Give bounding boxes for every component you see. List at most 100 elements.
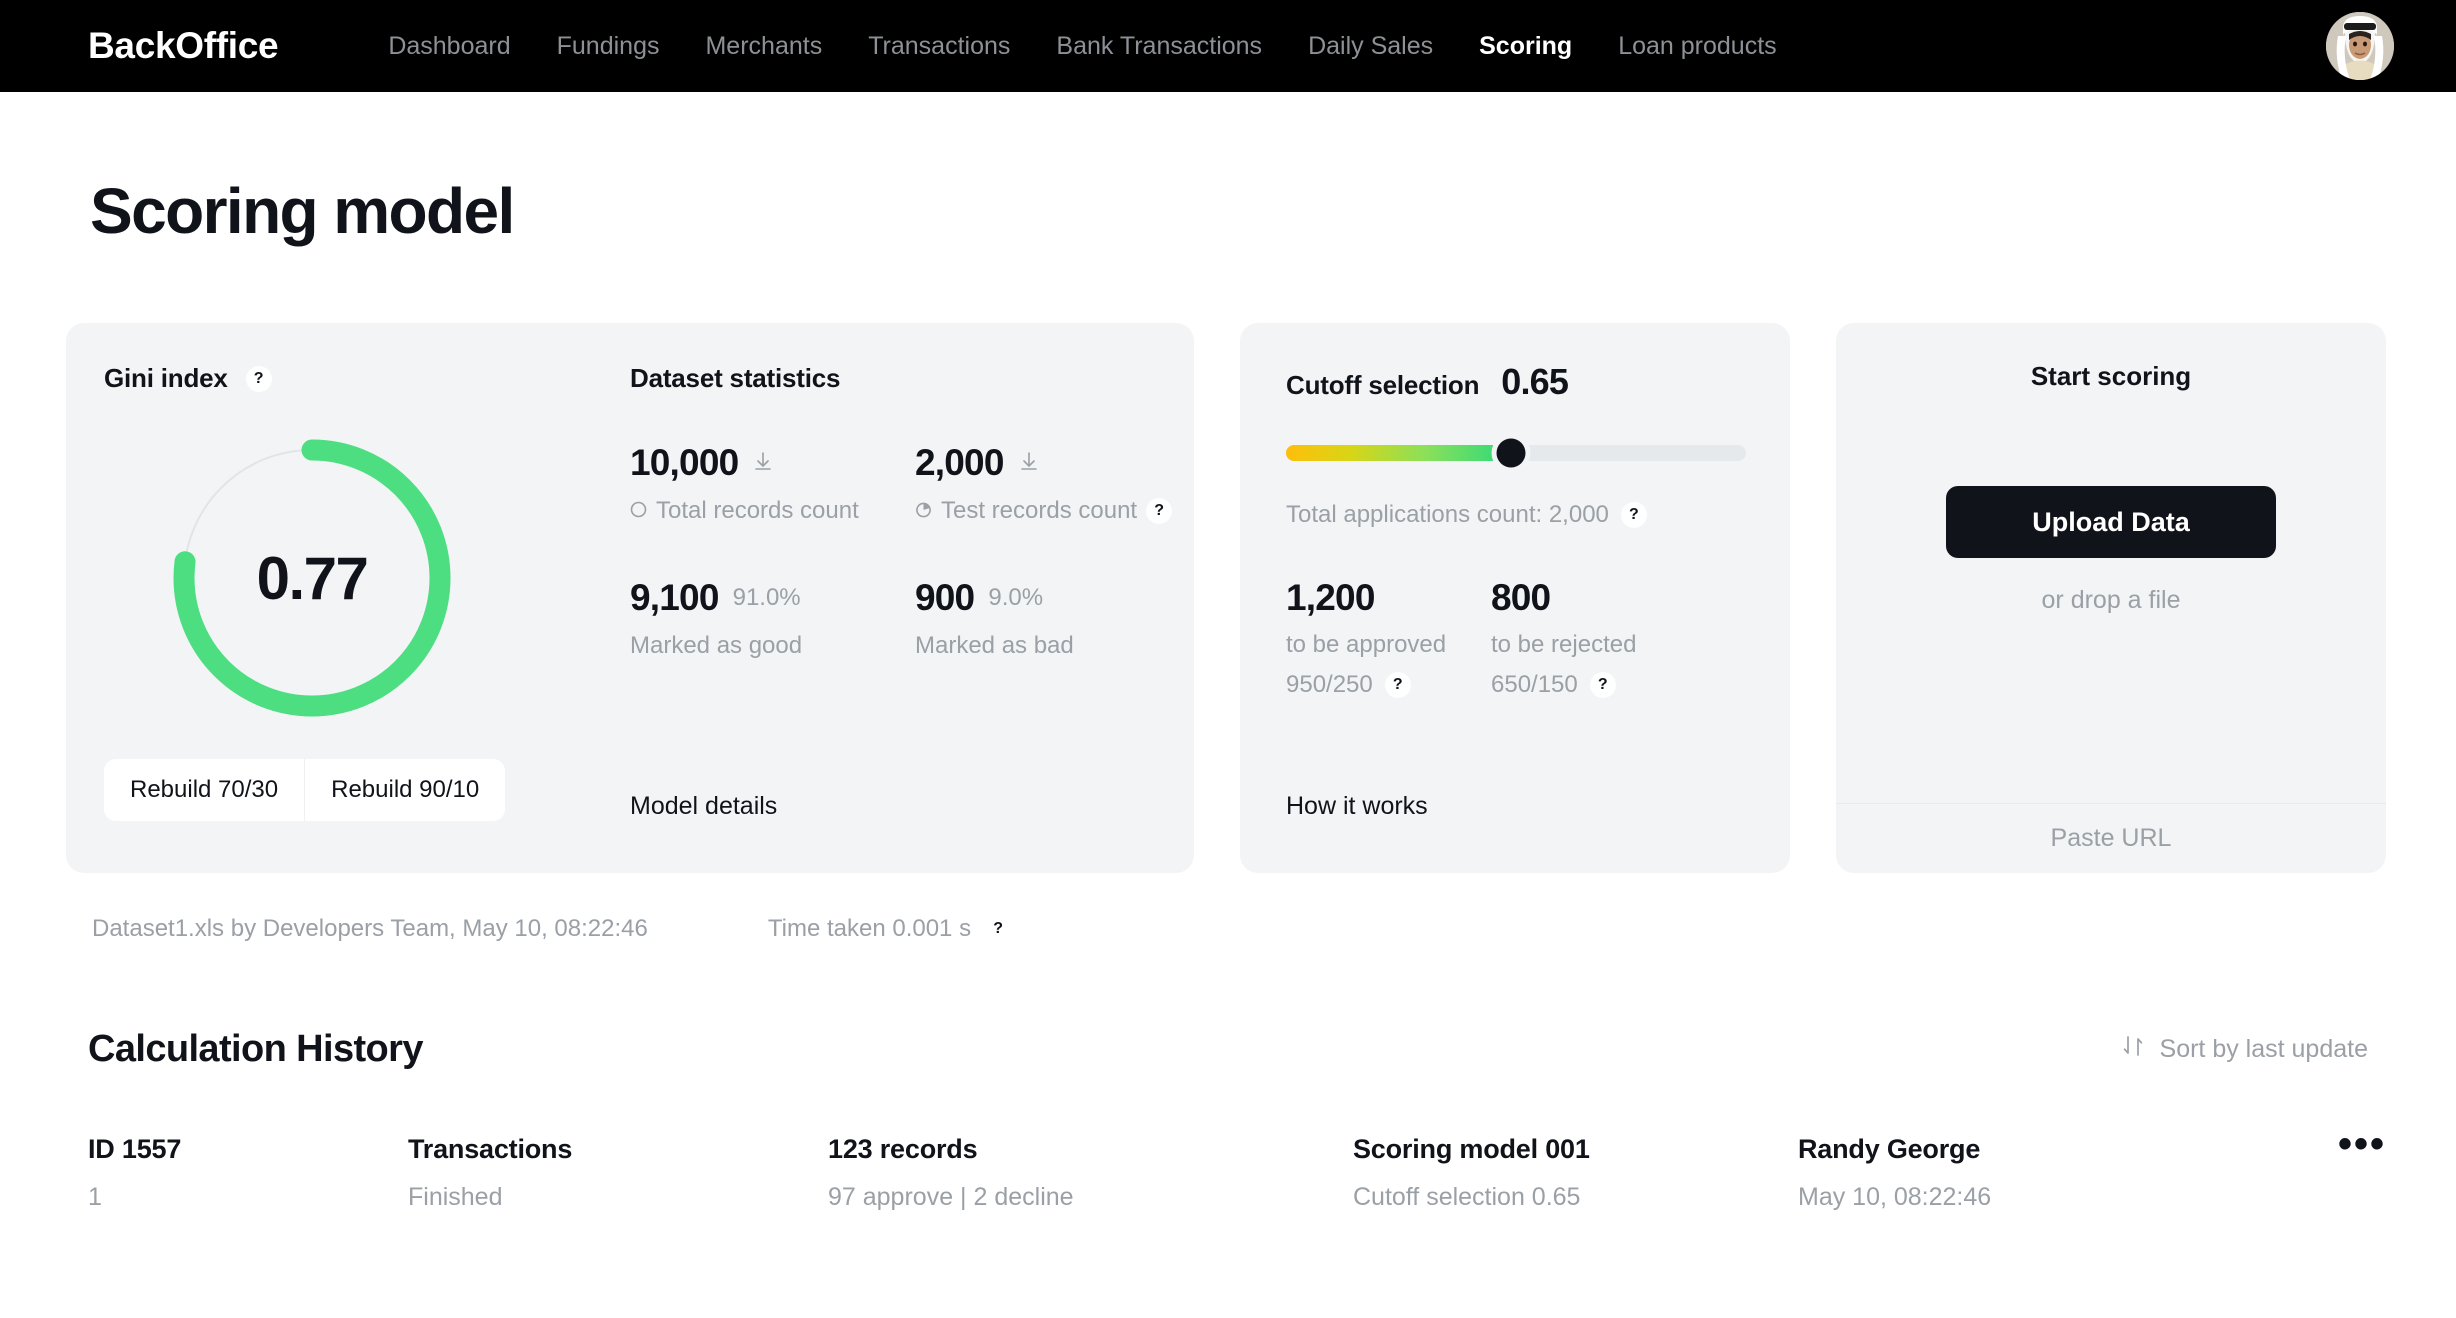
- calculation-history-title: Calculation History: [88, 1028, 423, 1070]
- cutoff-selection-title: Cutoff selection: [1286, 370, 1480, 400]
- to-be-approved-ratio-row: 950/250 ?: [1286, 671, 1491, 699]
- total-applications-text: Total applications count: 2,000: [1286, 501, 1609, 528]
- model-summary-card: Gini index ? 0.77 Rebuild 70/30 Rebuild …: [66, 323, 1194, 873]
- rebuild-70-30-button[interactable]: Rebuild 70/30: [104, 759, 305, 821]
- to-be-rejected-value: 800: [1491, 577, 1551, 618]
- to-be-approved-stat: 1,200 to be approved 950/250 ?: [1286, 577, 1491, 699]
- cutoff-slider[interactable]: [1286, 438, 1746, 468]
- dataset-info-text: Dataset1.xls by Developers Team, May 10,…: [92, 915, 648, 942]
- history-id-sub: 1: [88, 1183, 102, 1211]
- history-cell-user: Randy George May 10, 08:22:46: [1798, 1134, 2338, 1212]
- total-records-label-row: Total records count: [630, 497, 915, 525]
- nav-item-daily-sales[interactable]: Daily Sales: [1308, 32, 1433, 61]
- to-be-rejected-ratio-row: 650/150 ?: [1491, 671, 1750, 699]
- history-cell-records: 123 records 97 approve | 2 decline: [828, 1134, 1353, 1212]
- test-records-stat: 2,000 Test records count ?: [915, 442, 1194, 525]
- nav-item-dashboard[interactable]: Dashboard: [388, 32, 510, 61]
- test-records-value-row: 2,000: [915, 442, 1194, 484]
- dataset-statistics-grid: 10,000 Total records count 2,000 Test re…: [630, 442, 1194, 660]
- to-be-rejected-ratio: 650/150: [1491, 671, 1578, 698]
- circle-icon: [630, 497, 647, 525]
- time-taken-help-icon[interactable]: ?: [985, 916, 1012, 942]
- test-records-help-icon[interactable]: ?: [1146, 498, 1173, 524]
- gini-help-icon[interactable]: ?: [245, 365, 272, 392]
- download-icon[interactable]: [752, 450, 774, 477]
- history-cell-id: ID 1557 1: [88, 1134, 408, 1212]
- marked-bad-percent: 9.0%: [988, 584, 1044, 611]
- test-records-value: 2,000: [915, 442, 1004, 483]
- marked-bad-stat: 900 9.0% Marked as bad: [915, 577, 1194, 660]
- time-taken-text: Time taken 0.001 s: [767, 915, 972, 942]
- to-be-approved-help-icon[interactable]: ?: [1384, 672, 1411, 698]
- nav-item-scoring[interactable]: Scoring: [1479, 32, 1572, 61]
- sort-by-last-update-button[interactable]: Sort by last update: [2120, 1033, 2368, 1066]
- paste-url-button[interactable]: Paste URL: [1836, 803, 2386, 873]
- how-it-works-link[interactable]: How it works: [1286, 792, 1428, 821]
- cutoff-panel: Cutoff selection 0.65 Total applications…: [1240, 323, 1790, 873]
- nav-item-loan-products[interactable]: Loan products: [1618, 32, 1776, 61]
- to-be-approved-label: to be approved: [1286, 631, 1447, 658]
- total-records-label: Total records count: [656, 497, 859, 524]
- marked-bad-value: 900: [915, 577, 975, 618]
- rebuild-segmented-control: Rebuild 70/30 Rebuild 90/10: [104, 759, 506, 821]
- history-cell-model: Scoring model 001 Cutoff selection 0.65: [1353, 1134, 1798, 1212]
- nav-item-bank-transactions[interactable]: Bank Transactions: [1056, 32, 1262, 61]
- history-records-sub: 97 approve | 2 decline: [828, 1183, 1074, 1211]
- sort-by-last-update-label: Sort by last update: [2159, 1035, 2368, 1063]
- marked-good-value-row: 9,100 91.0%: [630, 577, 915, 619]
- to-be-rejected-stat: 800 to be rejected 650/150 ?: [1491, 577, 1750, 699]
- total-records-stat: 10,000 Total records count: [630, 442, 915, 525]
- start-scoring-card[interactable]: Start scoring Upload Data or drop a file…: [1836, 323, 2386, 873]
- nav-item-transactions[interactable]: Transactions: [868, 32, 1010, 61]
- total-applications-help-icon[interactable]: ?: [1620, 502, 1647, 528]
- marked-good-stat: 9,100 91.0% Marked as good: [630, 577, 915, 660]
- drop-file-hint: or drop a file: [2041, 586, 2181, 614]
- start-scoring-title: Start scoring: [2030, 361, 2192, 391]
- main-nav: Dashboard Fundings Merchants Transaction…: [388, 32, 1776, 61]
- marked-good-label: Marked as good: [630, 632, 803, 659]
- summary-cards-row: Gini index ? 0.77 Rebuild 70/30 Rebuild …: [66, 323, 2390, 873]
- page-content: Scoring model Gini index ? 0.77 Rebuild: [0, 174, 2456, 1212]
- cutoff-slider-thumb[interactable]: [1496, 438, 1526, 468]
- marked-good-percent: 91.0%: [732, 584, 801, 611]
- gini-header: Gini index ?: [104, 363, 586, 394]
- kebab-menu-icon[interactable]: •••: [2338, 1124, 2408, 1164]
- total-applications-row: Total applications count: 2,000 ?: [1286, 501, 1750, 529]
- upload-data-button[interactable]: Upload Data: [1946, 486, 2276, 558]
- dataset-statistics-title: Dataset statistics: [630, 363, 841, 393]
- cutoff-slider-fill: [1286, 445, 1512, 461]
- rebuild-90-10-button[interactable]: Rebuild 90/10: [304, 759, 506, 821]
- time-taken-group: Time taken 0.001 s ?: [767, 915, 1012, 943]
- to-be-rejected-help-icon[interactable]: ?: [1589, 672, 1616, 698]
- start-scoring-panel: Start scoring Upload Data or drop a file…: [1836, 323, 2386, 873]
- sort-arrows-icon: [2120, 1033, 2146, 1066]
- history-user-sub: May 10, 08:22:46: [1798, 1183, 1992, 1211]
- history-type-sub: Finished: [408, 1183, 503, 1211]
- model-details-link[interactable]: Model details: [630, 792, 777, 821]
- cutoff-results-grid: 1,200 to be approved 950/250 ? 800 to be…: [1286, 577, 1750, 699]
- pie-chart-icon: [915, 497, 932, 525]
- calculation-history-header: Calculation History Sort by last update: [88, 1028, 2368, 1071]
- to-be-rejected-label: to be rejected: [1491, 631, 1637, 658]
- nav-item-merchants[interactable]: Merchants: [705, 32, 822, 61]
- download-icon[interactable]: [1018, 450, 1040, 477]
- gini-index-value: 0.77: [256, 544, 369, 612]
- nav-item-fundings[interactable]: Fundings: [557, 32, 660, 61]
- table-row[interactable]: ID 1557 1 Transactions Finished 123 reco…: [88, 1124, 2384, 1212]
- history-records-main: 123 records: [828, 1134, 978, 1164]
- marked-bad-value-row: 900 9.0%: [915, 577, 1194, 619]
- brand-logo[interactable]: BackOffice: [88, 25, 279, 67]
- to-be-approved-value: 1,200: [1286, 577, 1375, 618]
- test-records-label: Test records count: [941, 497, 1138, 524]
- top-navigation-bar: BackOffice Dashboard Fundings Merchants …: [0, 0, 2456, 92]
- marked-bad-label: Marked as bad: [915, 632, 1074, 659]
- history-model-sub: Cutoff selection 0.65: [1353, 1183, 1581, 1211]
- history-model-main: Scoring model 001: [1353, 1134, 1590, 1164]
- cutoff-selection-card: Cutoff selection 0.65 Total applications…: [1240, 323, 1790, 873]
- avatar[interactable]: [2326, 12, 2394, 80]
- history-id-main: ID 1557: [88, 1134, 182, 1164]
- history-user-main: Randy George: [1798, 1134, 1981, 1164]
- cutoff-header: Cutoff selection 0.65: [1286, 361, 1750, 403]
- total-records-value-row: 10,000: [630, 442, 915, 484]
- dataset-meta-row: Dataset1.xls by Developers Team, May 10,…: [92, 915, 2390, 943]
